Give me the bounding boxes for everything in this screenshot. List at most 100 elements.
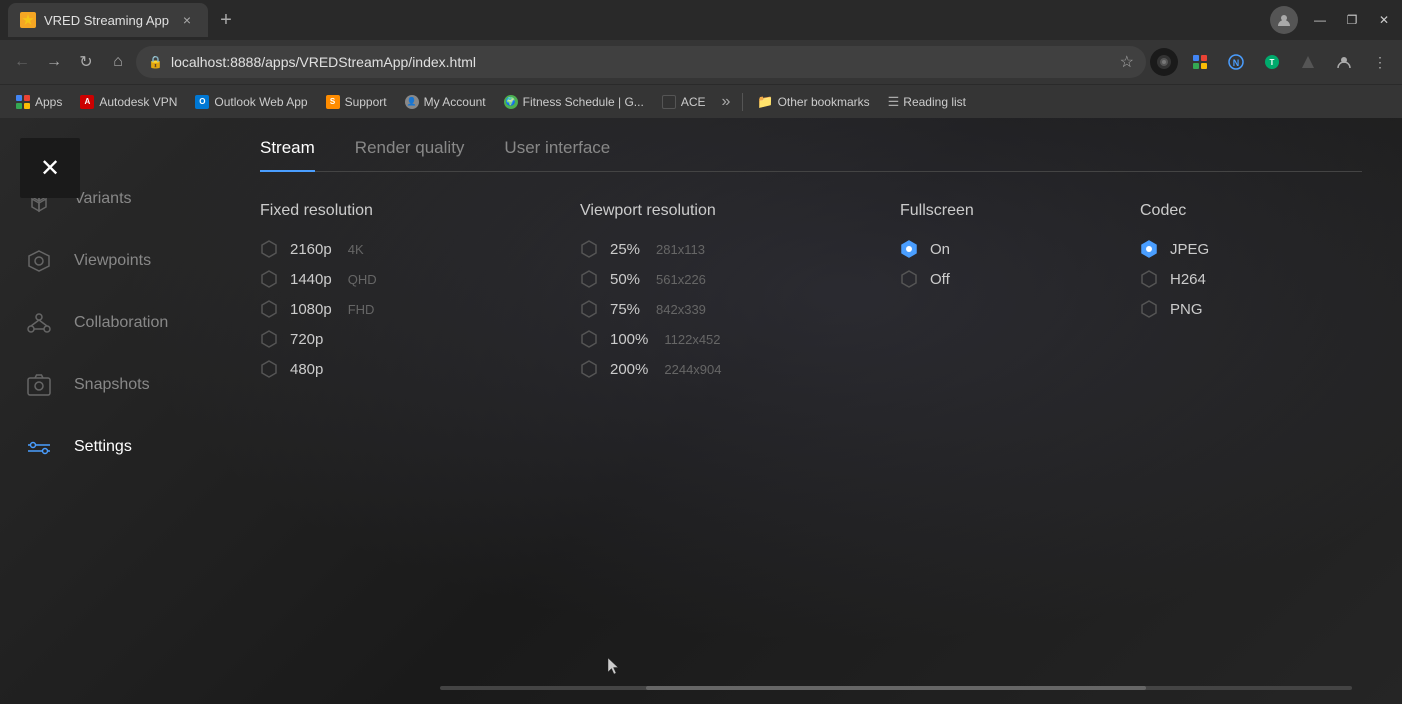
fullscreen-off[interactable]: Off [900, 270, 1100, 288]
tab-stream[interactable]: Stream [260, 138, 315, 172]
fixed-res-720p[interactable]: 720p [260, 330, 540, 348]
autodesk-icon: A [80, 95, 94, 109]
apps-label: Apps [35, 95, 62, 109]
viewport-res-50[interactable]: 50% 561x226 [580, 270, 860, 288]
hex-radio-480p [260, 360, 278, 378]
reload-btn[interactable]: ↻ [72, 48, 100, 76]
ext-icon-1[interactable] [1150, 48, 1178, 76]
fixed-res-1080p[interactable]: 1080p FHD [260, 300, 540, 318]
bookmark-apps[interactable]: Apps [8, 89, 70, 115]
ext-icon-2[interactable] [1186, 48, 1214, 76]
codec-section: Codec JPEG [1140, 202, 1320, 378]
fixed-res-480p[interactable]: 480p [260, 360, 540, 378]
new-tab-btn[interactable]: + [212, 6, 240, 34]
res-1440p-label: 1440p [290, 271, 332, 288]
ace-icon [662, 95, 676, 109]
close-x-icon: ✕ [40, 154, 60, 183]
profile-circle-icon[interactable] [1270, 6, 1298, 34]
hex-radio-png [1140, 300, 1158, 318]
tab-user-interface[interactable]: User interface [504, 138, 610, 172]
vp-200-sub: 2244x904 [664, 362, 721, 377]
close-panel-btn[interactable]: ✕ [20, 138, 80, 198]
settings-icon [24, 432, 54, 462]
fullscreen-title: Fullscreen [900, 202, 1100, 220]
support-label: Support [345, 95, 387, 109]
ext-icon-5[interactable] [1294, 48, 1322, 76]
ext-icon-3[interactable]: N [1222, 48, 1250, 76]
browser-chrome: VRED Streaming App × + — ❐ ✕ ← → ↻ ⌂ 🔒 l… [0, 0, 1402, 118]
tab-close-btn[interactable]: × [178, 11, 196, 29]
viewport-res-75[interactable]: 75% 842x339 [580, 300, 860, 318]
res-1440p-sub: QHD [348, 272, 377, 287]
autodesk-label: Autodesk VPN [99, 95, 177, 109]
fullscreen-on[interactable]: On [900, 240, 1100, 258]
res-2160p-label: 2160p [290, 241, 332, 258]
maximize-btn[interactable]: ❐ [1342, 10, 1362, 30]
more-bookmarks-btn[interactable]: » [716, 93, 737, 111]
title-bar-right: — ❐ ✕ [1270, 6, 1394, 34]
sidebar-item-collaboration[interactable]: Collaboration [0, 292, 220, 354]
codec-h264-label: H264 [1170, 271, 1206, 288]
settings-tabs: Stream Render quality User interface [260, 138, 1362, 172]
sidebar-item-settings[interactable]: Settings [0, 416, 220, 478]
minimize-btn[interactable]: — [1310, 10, 1330, 30]
menu-btn[interactable]: ⋮ [1366, 48, 1394, 76]
star-icon[interactable]: ☆ [1120, 52, 1134, 72]
home-btn[interactable]: ⌂ [104, 48, 132, 76]
ace-label: ACE [681, 95, 706, 109]
codec-jpeg[interactable]: JPEG [1140, 240, 1320, 258]
vp-100-sub: 1122x452 [664, 332, 720, 347]
hex-radio-jpeg [1140, 240, 1158, 258]
forward-btn[interactable]: → [40, 48, 68, 76]
main-content: Stream Render quality User interface Fix… [220, 118, 1402, 704]
fitness-label: Fitness Schedule | G... [523, 95, 644, 109]
sidebar-item-viewpoints[interactable]: Viewpoints [0, 230, 220, 292]
vp-25-label: 25% [610, 241, 640, 258]
close-btn-win[interactable]: ✕ [1374, 10, 1394, 30]
codec-options: JPEG H264 [1140, 240, 1320, 318]
fullscreen-off-label: Off [930, 271, 950, 288]
viewport-resolution-title: Viewport resolution [580, 202, 860, 220]
bookmark-outlook[interactable]: O Outlook Web App [187, 89, 315, 115]
reading-list-btn[interactable]: ☰ Reading list [880, 89, 974, 115]
fullscreen-options: On Off [900, 240, 1100, 288]
ext-icon-4[interactable]: T [1258, 48, 1286, 76]
other-bookmarks-btn[interactable]: 📁 Other bookmarks [749, 89, 877, 115]
viewport-res-200[interactable]: 200% 2244x904 [580, 360, 860, 378]
vp-50-label: 50% [610, 271, 640, 288]
hex-radio-50 [580, 270, 598, 288]
fixed-res-2160p[interactable]: 2160p 4K [260, 240, 540, 258]
outlook-label: Outlook Web App [214, 95, 307, 109]
back-btn[interactable]: ← [8, 48, 36, 76]
vp-100-label: 100% [610, 331, 648, 348]
nav-bar: ← → ↻ ⌂ 🔒 localhost:8888/apps/VREDStream… [0, 40, 1402, 84]
bookmark-support[interactable]: S Support [318, 89, 395, 115]
active-tab[interactable]: VRED Streaming App × [8, 3, 208, 37]
sidebar-item-snapshots[interactable]: Snapshots [0, 354, 220, 416]
viewport-res-100[interactable]: 100% 1122x452 [580, 330, 860, 348]
tab-render-quality[interactable]: Render quality [355, 138, 465, 172]
fixed-resolution-section: Fixed resolution 2160p 4K [260, 202, 540, 378]
hex-radio-25 [580, 240, 598, 258]
res-720p-label: 720p [290, 331, 323, 348]
bookmark-ace[interactable]: ACE [654, 89, 714, 115]
snapshots-label: Snapshots [74, 376, 150, 394]
svg-text:T: T [1270, 58, 1275, 67]
codec-h264[interactable]: H264 [1140, 270, 1320, 288]
codec-png[interactable]: PNG [1140, 300, 1320, 318]
profile-btn[interactable] [1330, 48, 1358, 76]
bookmark-autodesk[interactable]: A Autodesk VPN [72, 89, 185, 115]
res-1080p-label: 1080p [290, 301, 332, 318]
res-480p-label: 480p [290, 361, 323, 378]
bookmark-myaccount[interactable]: 👤 My Account [397, 89, 494, 115]
settings-label: Settings [74, 438, 132, 456]
fitness-icon: 🌍 [504, 95, 518, 109]
viewport-res-25[interactable]: 25% 281x113 [580, 240, 860, 258]
lock-icon: 🔒 [148, 55, 163, 69]
tab-favicon [20, 12, 36, 28]
address-bar[interactable]: 🔒 localhost:8888/apps/VREDStreamApp/inde… [136, 46, 1146, 78]
viewpoints-label: Viewpoints [74, 252, 151, 270]
bookmark-fitness[interactable]: 🌍 Fitness Schedule | G... [496, 89, 652, 115]
fixed-res-1440p[interactable]: 1440p QHD [260, 270, 540, 288]
vp-75-label: 75% [610, 301, 640, 318]
